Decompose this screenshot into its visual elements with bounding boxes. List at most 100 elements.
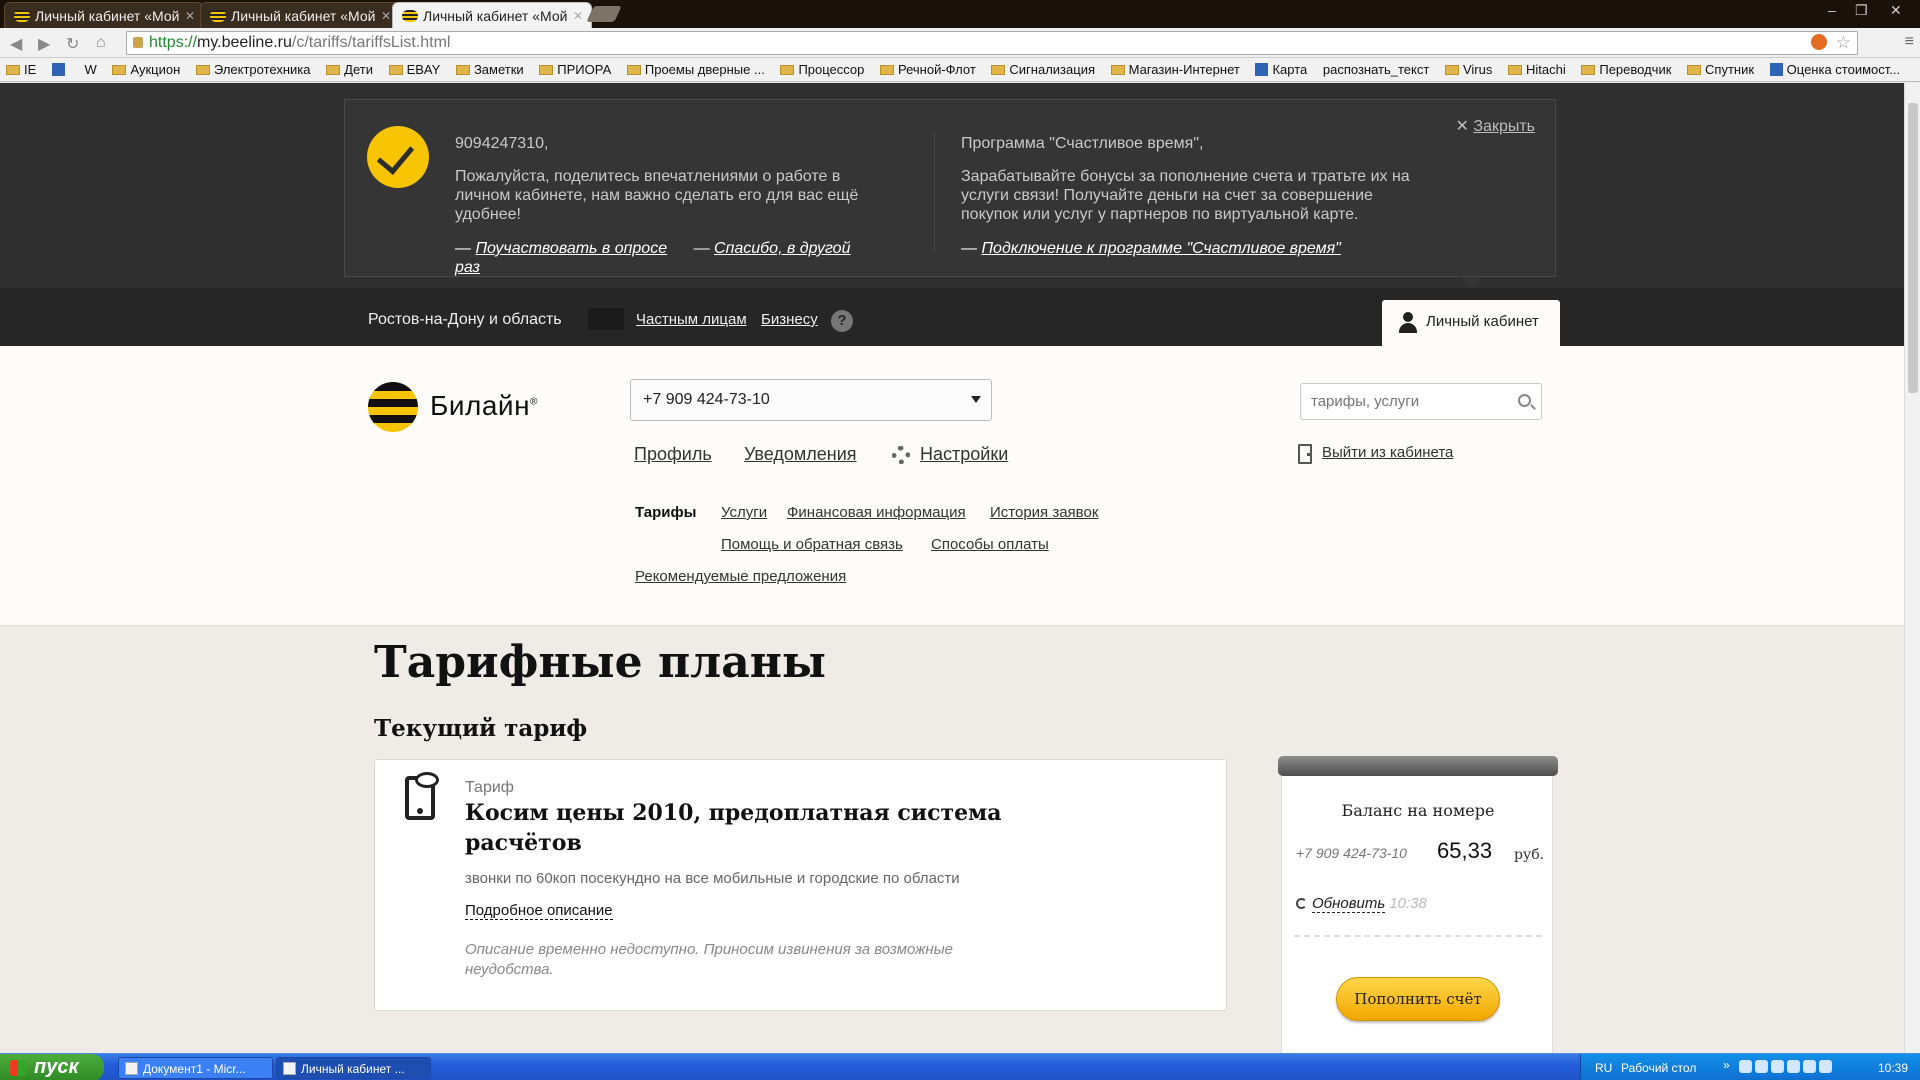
submenu-tariffs-current: Тарифы bbox=[635, 504, 697, 521]
page-scrollbar[interactable] bbox=[1904, 83, 1920, 1053]
tariff-details-link[interactable]: Подробное описание bbox=[465, 902, 613, 920]
bookmark-item[interactable]: Карта bbox=[1249, 58, 1313, 77]
bookmark-item[interactable]: Процессор bbox=[774, 58, 870, 77]
bookmark-item[interactable]: Спутник bbox=[1681, 58, 1760, 77]
bookmark-item[interactable]: Аукцион bbox=[106, 58, 186, 77]
tab-close-icon[interactable]: ✕ bbox=[381, 3, 391, 28]
bookmark-item[interactable]: Hitachi bbox=[1502, 58, 1572, 77]
close-window-icon[interactable]: ✕ bbox=[1890, 2, 1902, 19]
bookmark-item[interactable]: Заметки bbox=[450, 58, 530, 77]
tab-close-icon[interactable]: ✕ bbox=[185, 3, 195, 28]
tariff-unavailable-notice: Описание временно недоступно. Приносим и… bbox=[465, 941, 953, 978]
tray-icon[interactable] bbox=[1771, 1060, 1784, 1073]
folder-icon bbox=[1687, 65, 1702, 75]
scrollbar-thumb[interactable] bbox=[1908, 103, 1918, 393]
clock[interactable]: 10:39 bbox=[1878, 1061, 1908, 1075]
bookmark-item[interactable]: Сигнализация bbox=[985, 58, 1101, 77]
folder-icon bbox=[539, 65, 554, 75]
submenu-payment-link[interactable]: Способы оплаты bbox=[931, 536, 1049, 553]
submenu-help-link[interactable]: Помощь и обратная связь bbox=[721, 536, 903, 553]
tab-close-icon[interactable]: ✕ bbox=[573, 3, 583, 28]
tray-icon[interactable] bbox=[1803, 1060, 1816, 1073]
new-tab-button[interactable] bbox=[586, 6, 622, 22]
bookmark-item[interactable]: Дети bbox=[320, 58, 379, 77]
address-bar[interactable]: https://my.beeline.ru/c/tariffs/tariffsL… bbox=[126, 31, 1858, 55]
lock-icon bbox=[133, 37, 143, 48]
tray-icon[interactable] bbox=[1755, 1060, 1768, 1073]
bookmark-star-icon[interactable]: ☆ bbox=[1836, 32, 1851, 54]
submenu-services-link[interactable]: Услуги bbox=[721, 504, 767, 521]
search-input[interactable] bbox=[1301, 384, 1501, 419]
submenu-history-link[interactable]: История заявок bbox=[990, 504, 1098, 521]
bookmark-item[interactable]: Переводчик bbox=[1575, 58, 1677, 77]
taskbar-item-word[interactable]: Документ1 - Micr... bbox=[118, 1057, 273, 1079]
survey-participate-link[interactable]: Поучаствовать в опросе bbox=[475, 240, 667, 257]
restore-icon[interactable]: ❐ bbox=[1855, 2, 1868, 19]
tariff-label: Тариф bbox=[465, 779, 514, 796]
browser-tab-3-active[interactable]: Личный кабинет «Мой ✕ bbox=[392, 2, 592, 28]
map-icon bbox=[1255, 63, 1269, 76]
tray-icon[interactable] bbox=[1819, 1060, 1832, 1073]
bookmark-item[interactable]: IE bbox=[0, 58, 42, 77]
folder-icon bbox=[780, 65, 795, 75]
promo-close-button[interactable]: ✕ Закрыть bbox=[1456, 116, 1535, 136]
help-icon[interactable]: ? bbox=[831, 310, 853, 332]
extension-icon[interactable] bbox=[1811, 34, 1827, 50]
folder-icon bbox=[626, 65, 641, 75]
system-tray: RU Рабочий стол » 10:39 bbox=[1580, 1054, 1920, 1080]
folder-icon bbox=[991, 65, 1006, 75]
bookmark-item[interactable]: W bbox=[79, 58, 103, 77]
segment-private-link[interactable]: Частным лицам bbox=[636, 311, 747, 328]
bookmark-item[interactable]: EBAY bbox=[383, 58, 447, 77]
tray-expand-icon[interactable]: » bbox=[1723, 1058, 1730, 1072]
menu-settings-link[interactable]: Настройки bbox=[920, 444, 1008, 465]
happy-time-text: Зарабатывайте бонусы за пополнение счета… bbox=[961, 168, 1410, 223]
happy-time-connect-link[interactable]: Подключение к программе "Счастливое врем… bbox=[981, 240, 1340, 257]
phone-number-selected: +7 909 424-73-10 bbox=[643, 391, 770, 408]
tariff-name: Косим цены 2010, предоплатная система ра… bbox=[465, 800, 1002, 856]
browser-tab-1[interactable]: Личный кабинет «Мой ✕ bbox=[4, 2, 204, 28]
happy-time-block: Программа "Счастливое время", Зарабатыва… bbox=[961, 134, 1431, 258]
segment-business-link[interactable]: Бизнесу bbox=[761, 311, 818, 328]
submenu-offers-link[interactable]: Рекомендуемые предложения bbox=[635, 568, 846, 585]
tray-icon[interactable] bbox=[1739, 1060, 1752, 1073]
bookmark-item[interactable]: Электротехника bbox=[190, 58, 317, 77]
browser-tab-2[interactable]: Личный кабинет «Мой ✕ bbox=[200, 2, 400, 28]
desktop-toolbar[interactable]: Рабочий стол bbox=[1621, 1061, 1696, 1075]
tray-icon[interactable] bbox=[1787, 1060, 1800, 1073]
top-up-button[interactable]: Пополнить счёт bbox=[1336, 977, 1500, 1021]
back-icon[interactable]: ◀ bbox=[10, 34, 22, 54]
refresh-balance[interactable]: Обновить 10:38 bbox=[1296, 895, 1427, 913]
tab-title: Личный кабинет «Мой bbox=[35, 8, 180, 24]
bookmark-item[interactable]: Речной-Флот bbox=[874, 58, 982, 77]
menu-notifications-link[interactable]: Уведомления bbox=[744, 444, 857, 465]
bookmark-item[interactable]: ПРИОРА bbox=[533, 58, 617, 77]
language-indicator[interactable]: RU bbox=[1595, 1061, 1612, 1075]
search-icon[interactable] bbox=[1518, 394, 1531, 407]
region-selector[interactable]: Ростов-на-Дону и область bbox=[368, 311, 562, 329]
browser-menu-icon[interactable]: ≡ bbox=[1905, 33, 1914, 51]
bookmark-item[interactable]: Оценка стоимост... bbox=[1764, 58, 1906, 77]
survey-links: — Поучаствовать в опросе — Спасибо, в др… bbox=[455, 240, 851, 276]
bookmark-item[interactable] bbox=[46, 58, 75, 77]
promo-divider bbox=[934, 132, 935, 252]
reload-icon[interactable]: ↻ bbox=[66, 34, 79, 54]
account-tab[interactable]: Личный кабинет bbox=[1382, 300, 1560, 346]
start-button[interactable]: пуск bbox=[0, 1054, 104, 1080]
tab-title: Личный кабинет «Мой bbox=[423, 8, 568, 24]
menu-profile-link[interactable]: Профиль bbox=[634, 444, 712, 465]
forward-icon[interactable]: ▶ bbox=[38, 34, 50, 54]
promo-banner: 9094247310, Пожалуйста, поделитесь впеча… bbox=[0, 83, 1904, 288]
home-icon[interactable]: ⌂ bbox=[96, 34, 106, 52]
bookmark-item[interactable]: Проемы дверные ... bbox=[621, 58, 771, 77]
bookmark-item[interactable]: Virus bbox=[1439, 58, 1498, 77]
logout-link[interactable]: Выйти из кабинета bbox=[1298, 444, 1453, 464]
balance-title: Баланс на номере bbox=[1341, 801, 1495, 820]
minimize-icon[interactable]: – bbox=[1828, 2, 1836, 18]
bookmark-item[interactable]: Магазин-Интернет bbox=[1105, 58, 1246, 77]
taskbar-item-browser[interactable]: Личный кабинет ... bbox=[276, 1057, 431, 1079]
bookmark-item[interactable]: распознать_текст bbox=[1317, 58, 1435, 77]
phone-number-select[interactable]: +7 909 424-73-10 bbox=[630, 379, 992, 421]
close-icon: ✕ bbox=[1455, 118, 1469, 135]
submenu-finance-link[interactable]: Финансовая информация bbox=[787, 504, 966, 521]
